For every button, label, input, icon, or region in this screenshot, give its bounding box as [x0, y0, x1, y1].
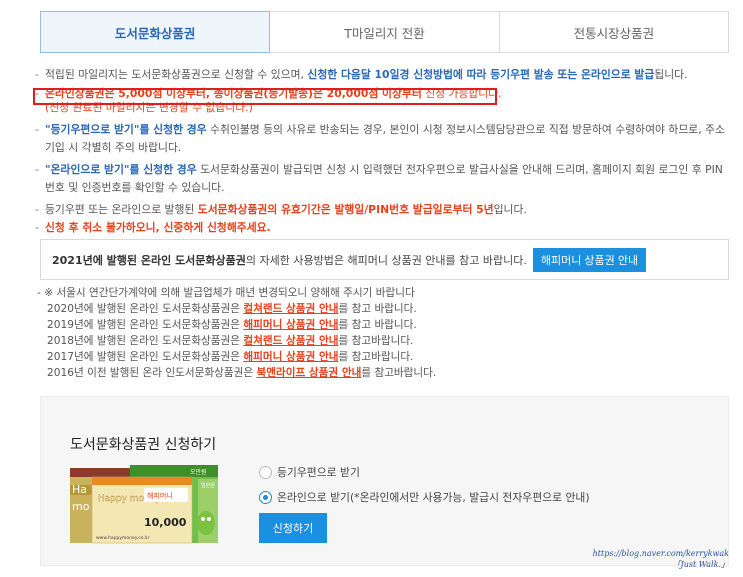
- apply-title: 도서문화상품권 신청하기: [70, 437, 217, 453]
- tab-label: T마일리지 전환: [344, 25, 425, 41]
- history-text: 를 참고바랍니다.: [338, 335, 414, 347]
- history-text: 2017년에 발행된 온라인 도서문화상품권은: [47, 351, 244, 363]
- watermark-tag: 「Just Walk.」: [672, 560, 729, 569]
- history-text: 2018년에 발행된 온라인 도서문화상품권은: [47, 335, 244, 347]
- notice-emphasis: 신청 후 취소 불가하오니, 신중하게 신청해주세요.: [45, 221, 271, 234]
- apply-panel: 도서문화상품권 신청하기 오만원 일만원 Ha mo Happy money 해…: [40, 396, 729, 566]
- booknlife-guide-link[interactable]: 북앤라이프 상품권 안내: [256, 367, 361, 379]
- history-text: 2020년에 발행된 온라인 도서문화상품권은: [47, 303, 244, 315]
- notice-text: 등기우편 또는 온라인으로 발행된: [45, 202, 198, 216]
- voucher-corner-text: 오만원: [190, 468, 207, 476]
- notice-emphasis: 신청한 다음달 10일경 신청방법에 따라 등기우편 발송 또는 온라인으로 발…: [307, 68, 655, 81]
- option-mail-row[interactable]: 등기우편으로 받기: [259, 464, 360, 480]
- happymoney-guide-button[interactable]: 해피머니 상품권 안내: [532, 247, 647, 272]
- notice-list: 적립된 마일리지는 도서문화상품권으로 신청할 수 있으며, 신청한 다음달 1…: [35, 66, 735, 238]
- voucher-brand-text: mo: [72, 500, 90, 513]
- happymoney-guide-link[interactable]: 해피머니 상품권 안내: [243, 351, 338, 363]
- notice-emphasis: 도서문화상품권의 유효기간은 발행일/PIN번호 발급일로부터 5년: [197, 202, 494, 216]
- tab-market-voucher[interactable]: 전통시장상품권: [499, 11, 729, 53]
- radio-mail[interactable]: [259, 465, 272, 479]
- notice-emphasis: 온라인상품권은 5,000점 이상부터, 종이상품권(등기발송)은 20,000…: [45, 86, 422, 100]
- voucher-brand-text: Ha: [72, 483, 87, 496]
- history-intro: - ※ 서울시 연간단가계약에 의해 발급업체가 매년 변경되오니 양해해 주시…: [37, 287, 415, 299]
- notice-text: 입니다.: [493, 202, 527, 216]
- history-text: 를 참고바랍니다.: [338, 351, 414, 363]
- option-mail-label: 등기우편으로 받기: [277, 466, 360, 479]
- notice-text: 됩니다.: [654, 68, 688, 81]
- history-row: 2020년에 발행된 온라인 도서문화상품권은 컬쳐랜드 상품권 안내를 참고 …: [35, 301, 735, 317]
- tab-t-mileage[interactable]: T마일리지 전환: [270, 11, 500, 53]
- history-row: 2017년에 발행된 온라인 도서문화상품권은 해피머니 상품권 안내를 참고바…: [35, 349, 735, 365]
- voucher-tabs: 도서문화상품권 T마일리지 전환 전통시장상품권: [40, 11, 729, 53]
- culturland-guide-link[interactable]: 컬쳐랜드 상품권 안내: [243, 335, 338, 347]
- history-row: 2019년에 발행된 온라인 도서문화상품권은 해피머니 상품권 안내를 참고 …: [35, 317, 735, 333]
- notice-text: 적립된 마일리지는 도서문화상품권으로 신청할 수 있으며,: [45, 68, 308, 81]
- history-text: 를 참고 바랍니다.: [338, 303, 417, 315]
- apply-button[interactable]: 신청하기: [259, 513, 327, 543]
- history-row: 2018년에 발행된 온라인 도서문화상품권은 컬쳐랜드 상품권 안내를 참고바…: [35, 333, 735, 349]
- history-list: - ※ 서울시 연간단가계약에 의해 발급업체가 매년 변경되오니 양해해 주시…: [35, 285, 735, 381]
- history-row: 2016년 이전 발행된 온라 인도서문화상품권은 북앤라이프 상품권 안내를 …: [35, 365, 735, 381]
- voucher-brand-kr: 해피머니: [147, 491, 173, 500]
- tab-label: 도서문화상품권: [114, 25, 196, 41]
- watermark: https://blog.naver.com/kerrykwak 「Just W…: [593, 548, 729, 570]
- voucher-corner-text: 일만원: [201, 482, 215, 489]
- option-online-label: 온라인으로 받기(*온라인에서만 사용가능, 발급시 전자우편으로 안내): [277, 491, 590, 504]
- voucher-image: 오만원 일만원 Ha mo Happy money 해피머니 10,000 ww…: [70, 465, 218, 544]
- info-emphasis: 2021년에 발행된 온라인 도서문화상품권: [52, 253, 246, 267]
- voucher-amount: 10,000: [144, 516, 187, 529]
- notice-item: "온라인으로 받기"를 신청한 경우 도서문화상품권이 발급되면 신청 시 입력…: [35, 161, 725, 198]
- notice-emphasis: "등기우편으로 받기"를 신청한 경우: [45, 122, 207, 136]
- radio-online[interactable]: [259, 490, 272, 504]
- voucher-url: www.happymoney.co.kr: [96, 535, 149, 541]
- tab-label: 전통시장상품권: [573, 25, 655, 41]
- culturland-guide-link[interactable]: 컬쳐랜드 상품권 안내: [243, 303, 338, 315]
- notice-text: (신청 완료된 마일리지는 변경할 수 없습니다.): [45, 101, 253, 114]
- notice-text: 신청 가능합니다.: [421, 86, 502, 100]
- happymoney-info-box: 2021년에 발행된 온라인 도서문화상품권 의 자세한 사용방법은 해피머니 상…: [40, 239, 729, 280]
- watermark-url: https://blog.naver.com/kerrykwak: [592, 549, 729, 558]
- notice-item: 적립된 마일리지는 도서문화상품권으로 신청할 수 있으며, 신청한 다음달 1…: [35, 66, 735, 85]
- notice-item: 신청 후 취소 불가하오니, 신중하게 신청해주세요.: [35, 219, 735, 238]
- notice-emphasis: "온라인으로 받기"를 신청한 경우: [45, 162, 197, 176]
- notice-subitem: (신청 완료된 마일리지는 변경할 수 없습니다.): [35, 99, 735, 118]
- info-text: 의 자세한 사용방법은 해피머니 상품권 안내를 참고 바랍니다.: [245, 253, 527, 267]
- notice-item: "등기우편으로 받기"를 신청한 경우 수취인불명 등의 사유로 반송되는 경우…: [35, 121, 725, 158]
- tab-book-voucher[interactable]: 도서문화상품권: [40, 11, 271, 53]
- option-online-row[interactable]: 온라인으로 받기(*온라인에서만 사용가능, 발급시 전자우편으로 안내): [259, 489, 590, 505]
- history-text: 를 참고바랍니다.: [361, 367, 437, 379]
- happymoney-guide-link[interactable]: 해피머니 상품권 안내: [243, 319, 338, 331]
- history-text: 를 참고 바랍니다.: [338, 319, 417, 331]
- history-text: 2019년에 발행된 온라인 도서문화상품권은: [47, 319, 244, 331]
- history-text: 2016년 이전 발행된 온라 인도서문화상품권은: [47, 367, 257, 379]
- notice-item: 등기우편 또는 온라인으로 발행된 도서문화상품권의 유효기간은 발행일/PIN…: [35, 201, 735, 220]
